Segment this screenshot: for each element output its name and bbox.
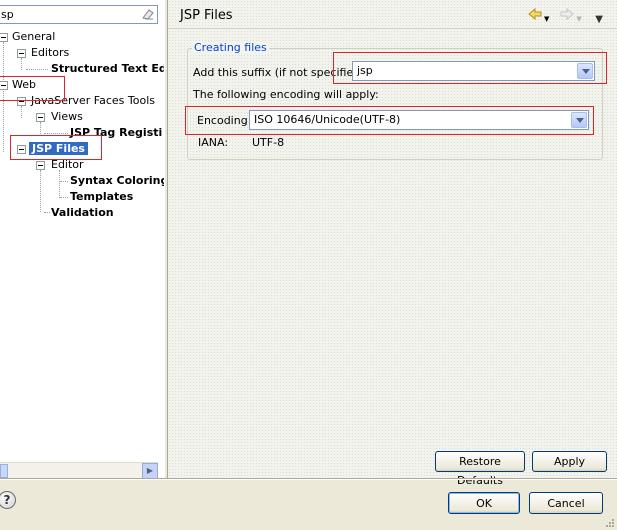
tree-item-views[interactable]: Views (51, 109, 83, 125)
resize-grip-icon[interactable] (605, 518, 615, 528)
cancel-button[interactable]: Cancel (529, 492, 603, 514)
filter-input[interactable] (1, 7, 137, 22)
encoding-note: The following encoding will apply: (193, 88, 379, 101)
iana-label: IANA: (198, 136, 229, 149)
view-menu-icon[interactable]: ▼ (595, 14, 603, 25)
tree-item-validation[interactable]: Validation (51, 205, 114, 221)
collapse-icon[interactable] (17, 49, 26, 58)
tree-item-label: JSP Files (29, 142, 88, 155)
suffix-value: jsp (357, 64, 373, 77)
collapse-icon[interactable] (36, 161, 45, 170)
tree-connector (60, 181, 68, 182)
scrollbar-thumb[interactable] (0, 464, 8, 478)
bottom-separator-highlight (0, 479, 617, 480)
encoding-combo[interactable]: ISO 10646/Unicode(UTF-8) (249, 110, 589, 130)
preference-tree-pane: General Editors Structured Text Ed Web J… (0, 0, 168, 479)
tree-item-editors[interactable]: Editors (31, 45, 69, 61)
tree-item-editor[interactable]: Editor (51, 157, 84, 173)
apply-button[interactable]: Apply (532, 451, 607, 472)
tree-connector (44, 133, 68, 134)
collapse-icon[interactable] (17, 97, 26, 106)
ok-button[interactable]: OK (448, 492, 520, 514)
group-title: Creating files (192, 41, 269, 54)
page-navigation: ▼ ▼ ▼ (527, 6, 603, 25)
page-title: JSP Files (180, 8, 233, 23)
tree-connector (59, 170, 60, 198)
tree-connector (60, 197, 68, 198)
tree-item-structured-text-editors[interactable]: Structured Text Ed (51, 61, 167, 77)
preference-page: JSP Files ▼ ▼ ▼ Creating files Add this … (168, 0, 617, 487)
tree-item-syntax-coloring[interactable]: Syntax Coloring (70, 173, 168, 189)
scroll-right-icon[interactable]: ▶ (142, 463, 158, 479)
tree-item-general[interactable]: General (12, 29, 55, 45)
filter-field[interactable] (0, 5, 158, 24)
suffix-label: Add this suffix (if not specified): (193, 66, 369, 79)
encoding-label: Encoding: (197, 114, 252, 127)
back-menu-icon[interactable]: ▼ (544, 15, 549, 23)
horizontal-scrollbar[interactable]: ▶ (0, 462, 158, 479)
tree-item-jsp-files[interactable]: JSP Files (29, 141, 88, 157)
tree-connector (26, 69, 48, 70)
tree-item-templates[interactable]: Templates (70, 189, 133, 205)
encoding-value: ISO 10646/Unicode(UTF-8) (254, 113, 401, 126)
restore-defaults-button[interactable]: Restore Defaults (435, 451, 525, 487)
help-icon[interactable]: ? (0, 491, 16, 509)
back-arrow-icon[interactable] (527, 6, 543, 22)
suffix-combo[interactable]: jsp (352, 61, 595, 81)
collapse-icon[interactable] (0, 33, 8, 42)
iana-value: UTF-8 (252, 136, 285, 149)
collapse-icon[interactable] (36, 113, 45, 122)
tree-connector (21, 106, 22, 118)
tree-connector (44, 212, 50, 213)
chevron-down-icon[interactable] (577, 63, 593, 79)
chevron-down-icon[interactable] (571, 112, 587, 128)
tree-connector (21, 58, 22, 70)
tree-connector (3, 42, 4, 152)
clear-filter-icon[interactable] (141, 7, 155, 21)
tree-item-javaserver-faces-tools[interactable]: JavaServer Faces Tools (31, 93, 155, 109)
collapse-icon[interactable] (17, 145, 26, 154)
forward-arrow-icon[interactable] (559, 6, 575, 22)
tree-item-jsp-tag-registry[interactable]: JSP Tag Registi (70, 125, 162, 141)
forward-menu-icon[interactable]: ▼ (576, 15, 581, 23)
collapse-icon[interactable] (0, 81, 8, 90)
tree-connector (40, 170, 41, 212)
tree-connector (40, 122, 41, 134)
title-separator (168, 28, 617, 29)
tree-item-web[interactable]: Web (12, 77, 36, 93)
